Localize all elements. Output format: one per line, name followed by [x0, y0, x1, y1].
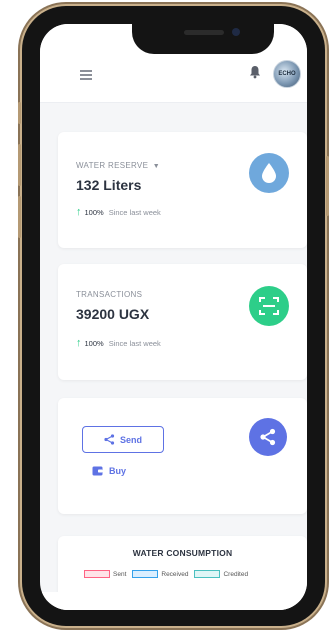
share-small-icon	[104, 434, 115, 445]
legend-swatch	[84, 570, 110, 578]
legend-label: Sent	[113, 570, 127, 578]
hamburger-icon[interactable]	[80, 70, 92, 80]
front-camera	[232, 28, 240, 36]
legend-item-received[interactable]: Received	[132, 570, 188, 578]
transactions-trend: ↑ 100% Since last week	[76, 337, 161, 349]
arrow-up-icon: ↑	[76, 206, 82, 218]
water-reserve-trend: ↑ 100% Since last week	[76, 206, 161, 218]
caret-down-icon[interactable]: ▼	[153, 163, 160, 170]
legend-item-sent[interactable]: Sent	[84, 570, 126, 578]
send-label: Send	[119, 434, 142, 445]
app-screen: ЕСНО WATER RESERVE ▼ 132 Liters ↑ 100% S…	[40, 24, 307, 610]
trend-percent: 100%	[84, 338, 104, 348]
power-button	[326, 156, 329, 216]
water-reserve-card: WATER RESERVE ▼ 132 Liters ↑ 100% Since …	[58, 132, 307, 248]
water-reserve-value: 132 Liters	[76, 177, 142, 193]
trend-text: Since last week	[108, 207, 161, 217]
legend-item-credited[interactable]: Credited	[194, 570, 248, 578]
send-button[interactable]: Send	[82, 426, 164, 453]
phone-notch	[132, 24, 274, 54]
phone-frame: ЕСНО WATER RESERVE ▼ 132 Liters ↑ 100% S…	[18, 6, 329, 626]
volume-up-button	[18, 144, 21, 186]
legend-swatch	[132, 570, 159, 578]
trend-text: Since last week	[108, 338, 161, 348]
chart-legend: Sent Received Credited	[84, 570, 254, 578]
speaker	[184, 30, 224, 35]
legend-label: Credited	[223, 570, 249, 578]
transactions-label: TRANSACTIONS	[76, 290, 143, 299]
mute-switch	[18, 102, 21, 124]
chart-title: WATER CONSUMPTION	[132, 548, 233, 558]
arrow-up-icon: ↑	[76, 337, 82, 349]
trend-percent: 100%	[84, 207, 104, 217]
water-drop-icon	[249, 153, 289, 193]
actions-card: Send Buy	[58, 398, 307, 514]
transactions-value: 39200 UGX	[76, 306, 150, 322]
avatar-text: ЕСНО	[278, 71, 296, 77]
bell-icon[interactable]	[249, 65, 261, 79]
legend-label: Received	[161, 570, 189, 578]
wallet-icon	[92, 466, 103, 476]
share-icon[interactable]	[249, 418, 287, 456]
buy-button[interactable]: Buy	[92, 466, 126, 476]
scan-icon	[249, 286, 289, 326]
water-reserve-label[interactable]: WATER RESERVE ▼	[76, 161, 160, 170]
volume-down-button	[18, 196, 21, 238]
legend-swatch	[194, 570, 221, 578]
buy-label: Buy	[109, 466, 127, 476]
screen-bottom	[40, 592, 307, 610]
avatar[interactable]: ЕСНО	[273, 60, 301, 88]
transactions-card: TRANSACTIONS 39200 UGX ↑ 100% Since last…	[58, 264, 307, 380]
